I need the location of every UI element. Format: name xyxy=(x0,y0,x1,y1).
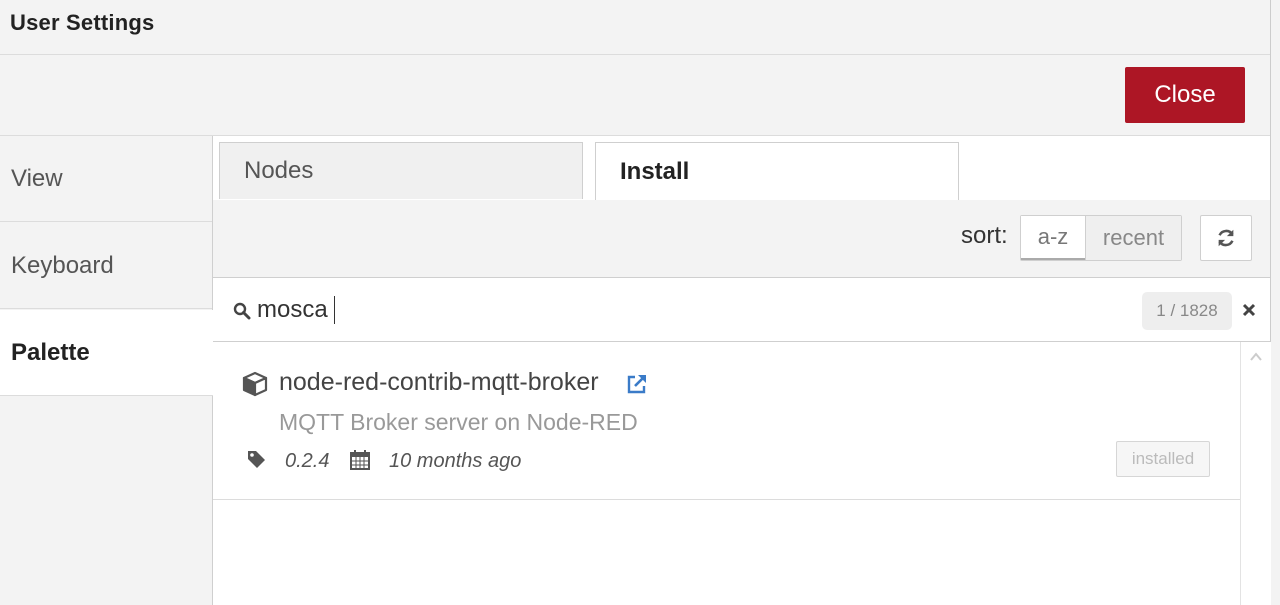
sort-az-button[interactable]: a-z xyxy=(1021,216,1085,260)
dialog-header: User Settings xyxy=(0,0,1270,55)
results-list: node-red-contrib-mqtt-broker MQTT Broker… xyxy=(213,342,1240,605)
sort-recent-button[interactable]: recent xyxy=(1085,216,1181,260)
tab-label: Install xyxy=(620,157,690,185)
search-input[interactable] xyxy=(257,292,1127,328)
list-item: node-red-contrib-mqtt-broker MQTT Broker… xyxy=(213,342,1240,500)
node-description: MQTT Broker server on Node-RED xyxy=(279,409,638,435)
search-bar: 1 / 1828 xyxy=(213,278,1270,342)
sort-label: sort: xyxy=(961,222,1008,249)
close-button[interactable]: Close xyxy=(1125,67,1245,123)
sidebar-item-label: Keyboard xyxy=(11,251,114,279)
external-link-icon[interactable] xyxy=(625,372,649,396)
palette-panel: Nodes Install sort: a-z recent mosca 1 /… xyxy=(213,136,1271,605)
node-name: node-red-contrib-mqtt-broker xyxy=(279,368,599,396)
sidebar-item-label: Palette xyxy=(11,338,90,366)
refresh-icon xyxy=(1218,229,1234,247)
sidebar-item-palette[interactable]: Palette xyxy=(0,310,213,396)
tab-install[interactable]: Install xyxy=(595,142,959,200)
tag-icon xyxy=(246,449,266,469)
dialog-title: User Settings xyxy=(10,10,155,35)
search-icon xyxy=(233,302,251,320)
calendar-icon xyxy=(349,449,371,471)
clear-search-button[interactable] xyxy=(1239,298,1259,322)
palette-tabs: Nodes Install xyxy=(213,136,1270,200)
refresh-button[interactable] xyxy=(1200,215,1252,261)
cube-icon xyxy=(242,371,268,397)
settings-sidebar: View Keyboard Palette xyxy=(0,136,213,605)
results-scrollbar[interactable] xyxy=(1240,342,1271,605)
sort-toolbar: sort: a-z recent xyxy=(213,200,1270,278)
tab-label: Nodes xyxy=(244,157,314,184)
window-edge xyxy=(1270,0,1280,605)
node-updated: 10 months ago xyxy=(389,450,522,472)
result-count-badge: 1 / 1828 xyxy=(1142,292,1232,330)
chevron-up-icon[interactable] xyxy=(1249,350,1263,364)
sort-toggle-group: a-z recent xyxy=(1020,215,1182,261)
dialog-button-bar: Close xyxy=(0,55,1270,136)
sidebar-item-keyboard[interactable]: Keyboard xyxy=(0,223,212,309)
node-version: 0.2.4 xyxy=(285,450,330,472)
close-icon xyxy=(1242,303,1256,317)
text-caret xyxy=(334,296,335,324)
tab-nodes[interactable]: Nodes xyxy=(219,142,583,199)
installed-badge: installed xyxy=(1116,441,1210,477)
sidebar-item-view[interactable]: View xyxy=(0,136,212,222)
sidebar-item-label: View xyxy=(11,164,63,192)
